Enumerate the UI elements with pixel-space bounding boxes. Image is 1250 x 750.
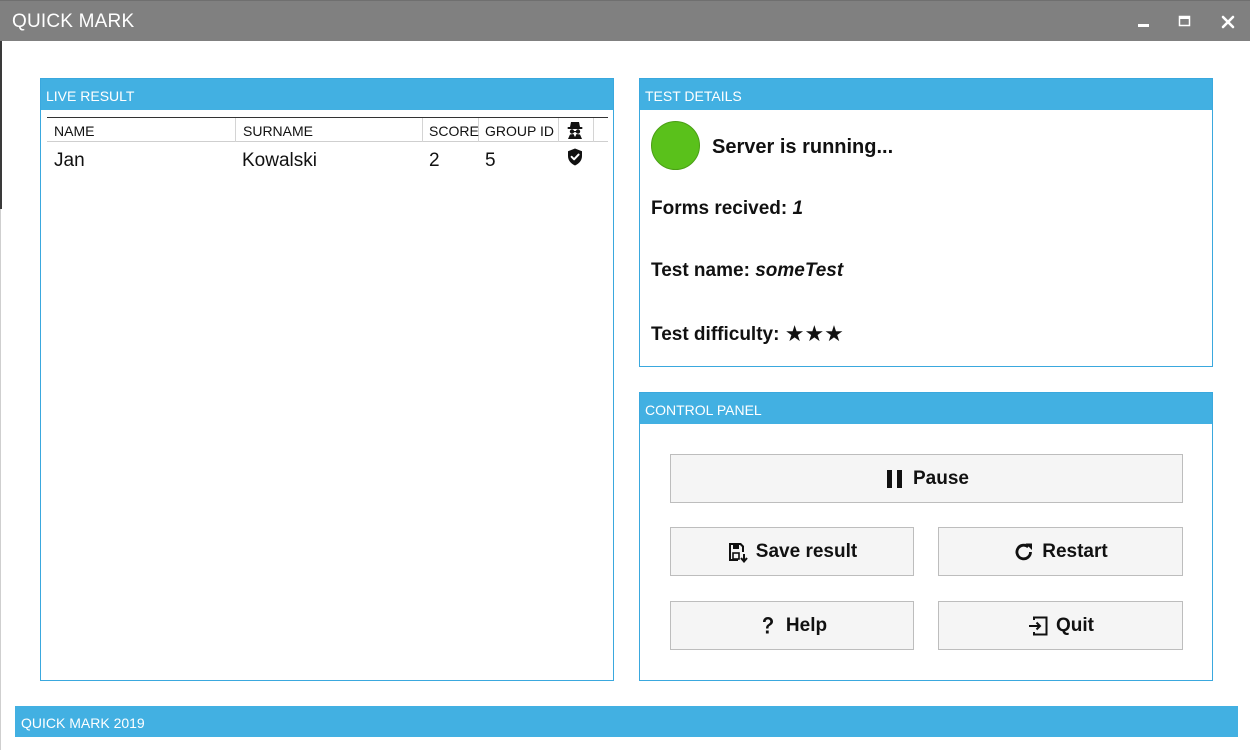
- column-header-score[interactable]: SCORE: [423, 118, 479, 142]
- exit-icon: [1027, 615, 1049, 637]
- cell-surname: Kowalski: [242, 150, 317, 171]
- test-details-panel: TEST DETAILS Server is running... Forms …: [639, 78, 1213, 367]
- column-header-filler: [594, 118, 608, 142]
- column-header-cheat-status[interactable]: [559, 118, 594, 142]
- test-name-line: Test name: someTest: [651, 260, 843, 282]
- control-panel: CONTROL PANEL Pause Save result Restart: [639, 392, 1213, 681]
- forms-received-value: 1: [792, 198, 804, 219]
- column-header-surname[interactable]: SURNAME: [236, 118, 423, 142]
- test-difficulty-label: Test difficulty:: [651, 324, 785, 345]
- shield-check-icon: [565, 147, 585, 167]
- test-name-label: Test name:: [651, 260, 756, 281]
- cell-name: Jan: [54, 150, 85, 171]
- title-bar: QUICK MARK: [0, 0, 1250, 41]
- restart-button[interactable]: Restart: [938, 527, 1183, 576]
- pause-button[interactable]: Pause: [670, 454, 1183, 503]
- table-row[interactable]: Jan Kowalski 2 5: [47, 142, 608, 176]
- minimize-icon[interactable]: [1131, 9, 1157, 35]
- table-header: NAME SURNAME SCORE GROUP ID: [47, 117, 608, 142]
- column-header-name[interactable]: NAME: [47, 118, 236, 142]
- quit-button-label: Quit: [1056, 614, 1094, 636]
- close-icon[interactable]: [1215, 9, 1241, 35]
- save-result-label: Save result: [755, 540, 858, 562]
- question-icon: [757, 615, 779, 637]
- pause-button-label: Pause: [913, 467, 969, 489]
- window-edge: [0, 41, 2, 209]
- save-icon: [727, 541, 749, 563]
- cell-score: 2: [429, 150, 440, 171]
- server-status-text: Server is running...: [712, 136, 894, 158]
- restart-icon: [1013, 541, 1035, 563]
- spy-icon: [565, 122, 585, 143]
- test-difficulty-line: Test difficulty: ★★★: [651, 320, 844, 346]
- save-result-button[interactable]: Save result: [670, 527, 914, 576]
- live-result-panel: LIVE RESULT NAME SURNAME SCORE GROUP ID: [40, 78, 614, 681]
- forms-received-label: Forms recived:: [651, 198, 793, 219]
- window-edge: [0, 209, 1, 750]
- footer-bar: QUICK MARK 2019: [15, 706, 1238, 737]
- server-status-indicator: [651, 121, 700, 170]
- forms-received-line: Forms recived: 1: [651, 198, 803, 220]
- quit-button[interactable]: Quit: [938, 601, 1183, 650]
- live-result-header: LIVE RESULT: [41, 79, 613, 110]
- control-panel-header: CONTROL PANEL: [640, 393, 1212, 424]
- results-table[interactable]: NAME SURNAME SCORE GROUP ID Jan Kowalski…: [47, 117, 608, 176]
- help-button-label: Help: [785, 614, 828, 636]
- app-title: QUICK MARK: [12, 11, 135, 32]
- restart-button-label: Restart: [1042, 540, 1108, 562]
- column-header-group-id[interactable]: GROUP ID: [479, 118, 559, 142]
- difficulty-stars: ★★★: [784, 321, 844, 346]
- help-button[interactable]: Help: [670, 601, 914, 650]
- pause-icon: [884, 468, 906, 490]
- test-name-value: someTest: [755, 260, 844, 281]
- maximize-icon[interactable]: [1172, 9, 1198, 35]
- cell-group-id: 5: [485, 150, 496, 171]
- test-details-header: TEST DETAILS: [640, 79, 1212, 110]
